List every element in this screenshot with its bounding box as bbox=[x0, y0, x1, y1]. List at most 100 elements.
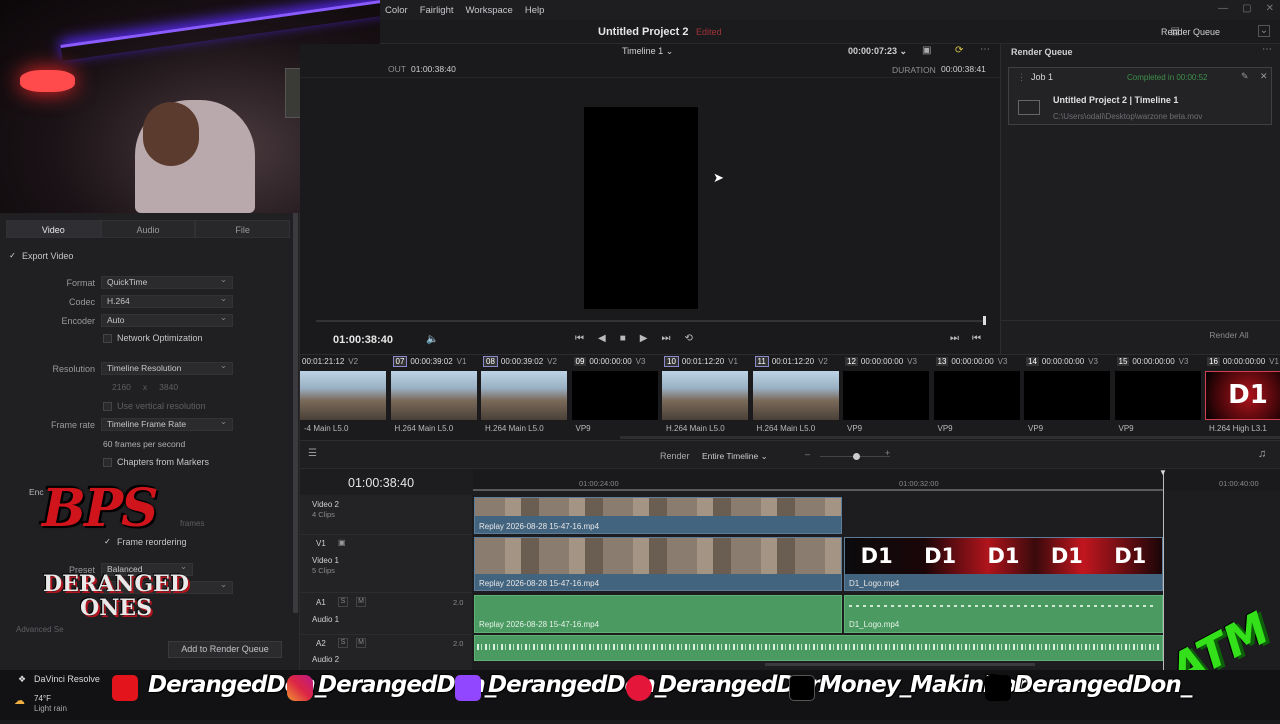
track-header-audio1[interactable]: A1 S M 2.0 Audio 1 bbox=[300, 593, 472, 635]
clip-header: 13 00:00:00:00 V3 bbox=[935, 357, 1008, 366]
use-vertical-checkbox[interactable] bbox=[103, 401, 112, 411]
menu-fairlight[interactable]: Fairlight bbox=[420, 5, 454, 16]
media-clip[interactable]: 13 00:00:00:00 V3 VP9 bbox=[933, 355, 1022, 435]
video2-clip[interactable]: Replay 2026-08-28 15-47-16.mp4 bbox=[474, 497, 842, 534]
format-select[interactable]: QuickTime bbox=[101, 274, 233, 289]
track-header-audio2[interactable]: A2 S M 2.0 Audio 2 bbox=[300, 635, 472, 671]
collapse-icon[interactable]: ⌄ bbox=[1258, 25, 1270, 37]
audio1-clip-logo[interactable]: D1_Logo.mp4 bbox=[844, 595, 1163, 633]
clip-codec: H.264 Main L5.0 bbox=[666, 424, 725, 433]
clip-scrollbar[interactable] bbox=[620, 436, 1280, 439]
mute-button[interactable]: M bbox=[356, 597, 366, 607]
render-all-button[interactable]: Render All bbox=[1189, 328, 1269, 342]
close-icon[interactable]: ✕ bbox=[1266, 3, 1274, 14]
media-clip[interactable]: 07 00:00:39:02 V1 H.264 Main L5.0 bbox=[390, 355, 479, 435]
tab-file[interactable]: File bbox=[195, 220, 291, 238]
scrubber-handle[interactable] bbox=[983, 316, 986, 325]
viewer-timecode[interactable]: 00:00:07:23 ⌄ bbox=[848, 46, 907, 57]
add-to-render-queue-button[interactable]: Add to Render Queue bbox=[168, 641, 282, 658]
export-video-row[interactable]: ✓ Export Video bbox=[8, 251, 73, 261]
skip-end-icon[interactable]: ⏭ bbox=[661, 333, 670, 344]
zoom-in-icon[interactable]: + bbox=[885, 448, 890, 458]
menu-workspace[interactable]: Workspace bbox=[466, 5, 513, 16]
maximize-icon[interactable]: ▢ bbox=[1242, 3, 1251, 14]
audio-level: 2.0 bbox=[453, 598, 464, 607]
encoder-select[interactable]: Auto bbox=[101, 312, 233, 327]
codec-select[interactable]: H.264 bbox=[101, 293, 233, 308]
audio1-clip-replay[interactable]: Replay 2026-08-28 15-47-16.mp4 bbox=[474, 595, 842, 633]
media-clip[interactable]: 12 00:00:00:00 V3 VP9 bbox=[843, 355, 931, 435]
video1-clip-logo[interactable]: D1 D1 D1 D1 D1 D1_Logo.mp4 bbox=[844, 537, 1163, 591]
clip-number: 07 bbox=[392, 356, 408, 367]
render-scope-select[interactable]: Entire Timeline ⌄ bbox=[698, 449, 778, 463]
track-monitor-icon[interactable]: ▣ bbox=[338, 538, 346, 547]
skip-start-icon[interactable]: ⏮ bbox=[575, 333, 584, 344]
media-clip[interactable]: 11 00:01:12:20 V2 H.264 Main L5.0 bbox=[752, 355, 841, 435]
clip-thumbnail bbox=[300, 371, 386, 420]
reverse-icon[interactable]: ◀ bbox=[598, 333, 606, 344]
menu-color[interactable]: Color bbox=[385, 5, 408, 16]
music-note-icon[interactable]: ♫ bbox=[1258, 448, 1266, 460]
render-queue-toggle[interactable]: Render Queue bbox=[1161, 27, 1220, 37]
loop-icon[interactable]: ⟲ bbox=[684, 333, 692, 344]
in-out-range bbox=[473, 489, 1163, 491]
render-queue-panel: Render Queue ⋯ ⋮ Job 1 Completed in 00:0… bbox=[1000, 44, 1280, 354]
media-clip[interactable]: 09 00:00:00:00 V3 VP9 bbox=[571, 355, 660, 435]
media-clip[interactable]: 10 00:01:12:20 V1 H.264 Main L5.0 bbox=[662, 355, 750, 435]
timeline-scrollbar[interactable] bbox=[765, 663, 1035, 666]
track-header-video1[interactable]: V1 ▣ Video 1 5 Clips bbox=[300, 535, 472, 593]
minimize-icon[interactable]: — bbox=[1218, 3, 1228, 14]
track-header-video2[interactable]: Video 2 4 Clips bbox=[300, 495, 472, 535]
scrollbar[interactable] bbox=[293, 213, 298, 613]
mute-button[interactable]: M bbox=[356, 638, 366, 648]
network-optimization-row[interactable]: Network Optimization bbox=[103, 333, 203, 343]
stop-icon[interactable]: ■ bbox=[620, 333, 626, 344]
next-frame-icon[interactable]: ⏭ bbox=[950, 333, 959, 344]
play-icon[interactable]: ▶ bbox=[640, 333, 648, 344]
clip-track: V3 bbox=[635, 357, 646, 366]
chapters-checkbox[interactable] bbox=[103, 457, 112, 467]
edit-icon[interactable]: ✎ bbox=[1241, 71, 1249, 82]
solo-button[interactable]: S bbox=[338, 638, 348, 648]
media-clip[interactable]: 15 00:00:00:00 V3 VP9 bbox=[1114, 355, 1203, 435]
render-job-card[interactable]: ⋮ Job 1 Completed in 00:00:52 ✎ ✕ Untitl… bbox=[1008, 67, 1272, 125]
solo-button[interactable]: S bbox=[338, 597, 348, 607]
resolution-select[interactable]: Timeline Resolution bbox=[101, 360, 233, 375]
prev-frame-icon[interactable]: ⏮ bbox=[972, 333, 981, 344]
clip-track: V3 bbox=[997, 357, 1008, 366]
monitor-icon[interactable]: ▣ bbox=[922, 45, 931, 56]
close-icon[interactable]: ✕ bbox=[1260, 71, 1268, 82]
framerate-select[interactable]: Timeline Frame Rate bbox=[101, 416, 233, 431]
volume-icon[interactable]: 🔈 bbox=[426, 334, 438, 345]
res-height[interactable]: 3840 bbox=[159, 382, 178, 392]
network-opt-checkbox[interactable] bbox=[103, 333, 112, 343]
clip-number: 13 bbox=[935, 357, 949, 366]
zoom-out-icon[interactable]: – bbox=[805, 449, 810, 459]
davinci-icon[interactable]: ❖ bbox=[18, 674, 26, 685]
davinci-label[interactable]: DaVinci Resolve bbox=[34, 674, 100, 684]
res-width[interactable]: 2160 bbox=[112, 382, 131, 392]
clip-timecode: 00:01:12:20 bbox=[681, 357, 725, 366]
more-options-icon[interactable]: ⋯ bbox=[980, 44, 990, 55]
tab-video[interactable]: Video bbox=[6, 220, 101, 238]
media-clip[interactable]: 08 00:00:39:02 V2 H.264 Main L5.0 bbox=[481, 355, 569, 435]
audio2-clip[interactable] bbox=[474, 635, 1163, 661]
media-clip[interactable]: 00:01:21:12 V2 -4 Main L5.0 bbox=[300, 355, 388, 435]
menu-help[interactable]: Help bbox=[525, 5, 545, 16]
chapters-row[interactable]: Chapters from Markers bbox=[103, 457, 209, 467]
video1-clip-replay[interactable]: Replay 2026-08-28 15-47-16.mp4 bbox=[474, 537, 842, 591]
clip-timecode: 00:00:00:00 bbox=[589, 357, 632, 366]
drag-handle-icon[interactable]: ⋮ bbox=[1017, 72, 1026, 83]
more-options-icon[interactable]: ⋯ bbox=[1262, 44, 1272, 55]
timeline-options-icon[interactable]: ☰ bbox=[308, 448, 317, 459]
media-clip[interactable]: 16 00:00:00:00 V1 D1 H.264 High L3.1 bbox=[1205, 355, 1280, 435]
media-clip[interactable]: 14 00:00:00:00 V3 VP9 bbox=[1024, 355, 1112, 435]
format-value: QuickTime bbox=[107, 277, 148, 287]
scrubber-track[interactable] bbox=[316, 320, 986, 322]
use-vertical-row[interactable]: Use vertical resolution bbox=[103, 401, 206, 411]
sync-icon[interactable]: ⟳ bbox=[955, 45, 963, 56]
tab-audio[interactable]: Audio bbox=[100, 220, 196, 238]
timeline-selector[interactable]: Timeline 1 ⌄ bbox=[622, 46, 673, 57]
zoom-handle[interactable] bbox=[853, 453, 860, 460]
title-bar: Untitled Project 2 Edited ▤ Render Queue… bbox=[380, 20, 1280, 44]
